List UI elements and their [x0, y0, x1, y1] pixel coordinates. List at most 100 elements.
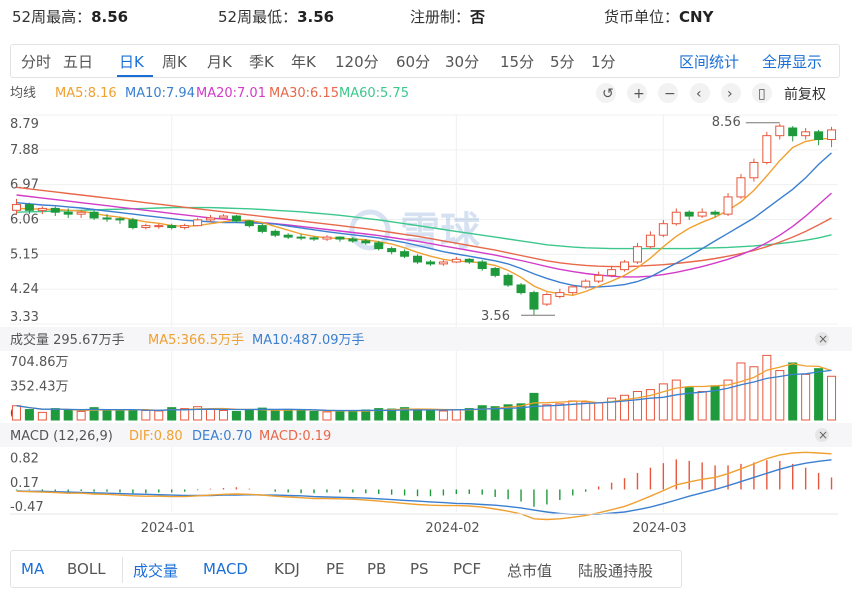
candle-body [24, 204, 34, 211]
tab-period-6[interactable]: 年K [291, 51, 316, 72]
candle-body [516, 284, 526, 294]
tab-period-3[interactable]: 周K [162, 51, 187, 72]
indicator-tab-left-1[interactable]: BOLL [67, 560, 106, 578]
volume-bar [270, 410, 280, 421]
candle-body [413, 255, 423, 263]
indicator-tab-right-4[interactable]: PB [367, 560, 386, 578]
candle-body [490, 267, 500, 276]
candle-body [180, 225, 190, 229]
stats-bar: 52周最高：8.56 52周最低：3.56 注册制：否 货币单位：CNY [0, 0, 852, 32]
volume-bar [76, 410, 86, 421]
volume-bar [154, 410, 164, 421]
volume-bar [322, 411, 332, 421]
macd-legend-label: MACD (12,26,9) [10, 429, 113, 444]
candle-body [257, 225, 267, 232]
tab-period-8[interactable]: 60分 [396, 51, 430, 72]
volume-bar [63, 409, 73, 421]
candle-body [671, 211, 681, 225]
volume-bar [477, 405, 487, 421]
macd-legend-item: DEA:0.70 [192, 429, 252, 444]
watermark-text: 雪球 [400, 209, 481, 255]
tab-period-11[interactable]: 5分 [550, 51, 575, 72]
volume-bar [296, 409, 306, 421]
candle-body [231, 215, 241, 222]
candle-body [451, 258, 461, 263]
candle-body [620, 261, 630, 271]
candle-body [141, 225, 151, 229]
candle-body [296, 236, 306, 239]
indicator-tab-right-1[interactable]: MACD [203, 560, 248, 578]
volume-bar [581, 401, 591, 421]
zoom-in-icon-glyph: + [633, 86, 645, 102]
stock-chart[interactable]: 均线 MA5:8.16 MA10:7.94 MA20:7.01 MA30:6.15 MA6… [0, 80, 852, 542]
indicator-tab-right-3[interactable]: PE [326, 560, 345, 578]
volume-tick: 704.86万 [10, 355, 69, 370]
volume-bar [775, 370, 785, 421]
ma-legend-item: MA20:7.01 [196, 86, 266, 101]
candle-body [827, 129, 837, 140]
indicator-tab-right-5[interactable]: PS [410, 560, 429, 578]
candle-body [529, 292, 539, 310]
volume-bar [801, 373, 811, 421]
indicator-tabs: MA BOLL 成交量 MACD KDJ PE PB PS PCF 总市值 陆股通持股 [10, 550, 682, 588]
tab-period-1[interactable]: 五日 [63, 51, 93, 72]
close-macd-glyph: × [818, 428, 828, 442]
candle-body [89, 211, 99, 219]
volume-bar [335, 410, 345, 421]
volume-bar [749, 366, 759, 421]
macd-dif-line [16, 451, 832, 521]
indicator-tab-left-0[interactable]: MA [21, 560, 44, 578]
candle-body [684, 211, 694, 217]
candle-body [37, 207, 47, 211]
indicator-tab-right-0[interactable]: 成交量 [133, 560, 178, 581]
candle-body [594, 274, 604, 282]
candle-body [348, 238, 358, 242]
candle-body [425, 261, 435, 265]
volume-bar [37, 411, 47, 421]
tab-period-10[interactable]: 15分 [500, 51, 534, 72]
tab-period-9[interactable]: 30分 [445, 51, 479, 72]
indicator-tab-right-6[interactable]: PCF [453, 560, 481, 578]
candle-body [128, 219, 138, 229]
tab-period-2[interactable]: 日K [119, 51, 144, 72]
volume-bar [11, 405, 21, 421]
candle-body [477, 261, 487, 269]
fullscreen-button[interactable]: 全屏显示 [762, 51, 822, 72]
tab-period-0[interactable]: 分时 [21, 51, 51, 72]
macd-legend-bar [0, 423, 852, 447]
volume-bar [348, 409, 358, 421]
volume-bar [309, 410, 319, 421]
macd-tick: -0.47 [10, 500, 44, 515]
candle-body [154, 225, 164, 228]
macd-dea-line [16, 459, 832, 515]
tab-period-12[interactable]: 1分 [591, 51, 616, 72]
volume-bar [762, 354, 772, 421]
volume-bar [206, 408, 216, 421]
price-tick: 3.33 [10, 310, 39, 325]
week52-low: 52周最低：3.56 [218, 8, 335, 26]
ma-legend-item: MA10:7.94 [125, 86, 195, 101]
volume-bar [244, 409, 254, 421]
range-stats-button[interactable]: 区间统计 [679, 51, 739, 72]
indicator-tab-right-7[interactable]: 总市值 [507, 560, 552, 581]
volume-bar [231, 410, 241, 421]
candle-body [632, 246, 642, 263]
macd-legend-item: MACD:0.19 [259, 429, 331, 444]
x-axis-label: 2024-02 [425, 521, 479, 536]
indicator-tab-right-8[interactable]: 陆股通持股 [578, 560, 653, 581]
volume-bar [24, 409, 34, 421]
x-axis-label: 2024-03 [632, 521, 686, 536]
candle-body [697, 211, 707, 217]
macd-legend-item: DIF:0.80 [129, 429, 183, 444]
volume-bar [425, 409, 435, 421]
tab-period-4[interactable]: 月K [207, 51, 232, 72]
tab-period-5[interactable]: 季K [249, 51, 274, 72]
tab-period-7[interactable]: 120分 [335, 51, 379, 72]
price-tick: 6.97 [10, 178, 39, 193]
indicator-tab-right-2[interactable]: KDJ [274, 560, 300, 578]
candle-body [244, 220, 254, 227]
volume-bar [283, 409, 293, 421]
next-icon-glyph: › [727, 86, 733, 102]
volume-bar [594, 402, 604, 421]
volume-legend-item: MA5:366.5万手 [148, 333, 244, 348]
